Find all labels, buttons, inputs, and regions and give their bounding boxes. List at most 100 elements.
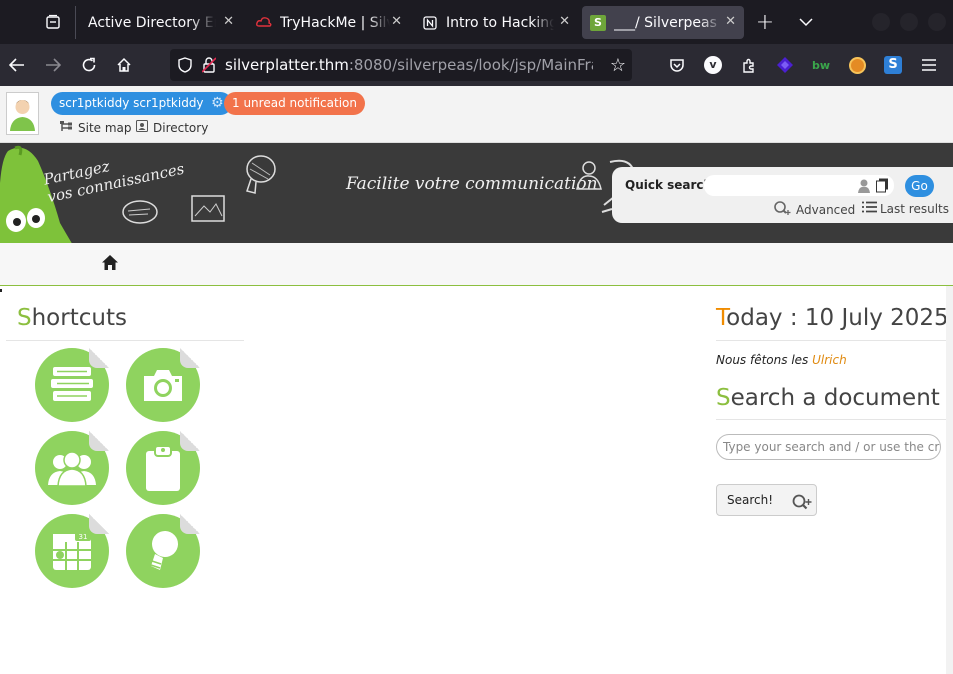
vpn-extension-icon[interactable]: v (700, 52, 726, 78)
directory-icon (136, 120, 148, 135)
silverpeas-top-bar: scr1ptkiddy scr1ptkiddy ⚙ 1 unread notif… (0, 86, 953, 143)
magnifier-plus-icon (773, 201, 791, 219)
header-banner: Partagez vos connaissances Facilite votr… (0, 143, 953, 243)
gear-icon[interactable]: ⚙ (211, 92, 224, 115)
browser-tab-active[interactable]: S ___/ Silverpeas ✕ (582, 6, 744, 39)
svg-text:31: 31 (79, 533, 88, 541)
home-icon (102, 255, 118, 270)
feast-day-text: Nous fêtons les Ulrich (716, 353, 847, 367)
shortcut-books[interactable] (35, 348, 109, 422)
list-tabs-icon[interactable] (793, 9, 819, 35)
site-map-label: Site map (78, 120, 132, 135)
user-menu-button[interactable]: scr1ptkiddy scr1ptkiddy ⚙ (51, 92, 232, 115)
cursor-marker (0, 289, 2, 292)
extensions-icon[interactable] (736, 52, 762, 78)
close-icon[interactable]: ✕ (223, 14, 234, 29)
list-icon (862, 201, 877, 216)
lightbulb-icon (150, 531, 178, 570)
back-icon[interactable] (4, 52, 30, 78)
hamburger-menu-icon[interactable] (916, 52, 942, 78)
document-search-input[interactable]: Type your search and / or use the criter… (716, 434, 941, 460)
wappalyzer-icon[interactable] (772, 52, 798, 78)
new-tab-icon[interactable]: + (752, 9, 778, 35)
advanced-label: Advanced (796, 203, 856, 217)
directory-link[interactable]: Directory (136, 120, 208, 135)
picture-frame-icon (191, 195, 225, 222)
shield-icon[interactable] (178, 57, 192, 73)
sitemap-icon (59, 120, 73, 135)
notion-icon (422, 15, 438, 31)
go-button[interactable]: Go (905, 175, 934, 197)
url-bar[interactable]: silverplatter.thm:8080/silverpeas/look/j… (170, 49, 632, 81)
main-menu-bar (0, 243, 953, 286)
avatar[interactable] (6, 92, 39, 135)
browser-tab[interactable]: Active Directory Enu ✕ (80, 6, 242, 39)
window-maximize-button[interactable] (900, 13, 918, 31)
tab-title: TryHackMe | Silv (280, 14, 390, 31)
tab-title: Intro to Hacking (446, 14, 554, 31)
silverpeas-icon: S (590, 14, 606, 31)
username-label: scr1ptkiddy scr1ptkiddy (59, 96, 204, 110)
calendar-icon: 31 (53, 531, 91, 570)
shortcut-community[interactable] (35, 431, 109, 505)
window-close-button[interactable] (928, 13, 946, 31)
clipboard-icon (146, 445, 180, 491)
reload-icon[interactable] (76, 52, 102, 78)
window-minimize-button[interactable] (872, 13, 890, 31)
pocket-icon[interactable] (664, 52, 690, 78)
magnifier-plus-icon (792, 492, 812, 522)
last-results-label: Last results (880, 201, 950, 216)
url-host: silverplatter.thm (225, 56, 349, 74)
books-icon (51, 367, 93, 401)
banner-slogan: Facilite votre communication (346, 174, 598, 194)
browser-tab[interactable]: TryHackMe | Silv ✕ (248, 6, 410, 39)
today-divider (716, 340, 953, 341)
insecure-lock-icon[interactable] (202, 57, 216, 73)
foxyproxy-icon[interactable] (844, 52, 870, 78)
silverpeas-extension-icon[interactable]: S (880, 52, 906, 78)
search-button[interactable]: Search! (716, 484, 817, 516)
today-title: Today : 10 July 2025 (716, 305, 949, 331)
search-document-title: Search a document (716, 385, 940, 411)
tab-overview-icon[interactable] (40, 9, 66, 35)
search-button-label: Search! (727, 493, 774, 507)
browser-tab[interactable]: Intro to Hacking ✕ (416, 6, 578, 39)
builtwith-icon[interactable]: bw (808, 52, 834, 78)
home-button[interactable] (101, 254, 119, 275)
feast-name-link[interactable]: Ulrich (812, 353, 847, 367)
search-document-divider (716, 419, 953, 420)
close-icon[interactable]: ✕ (725, 14, 736, 29)
advanced-search-link[interactable]: Advanced (773, 201, 855, 219)
quick-search-panel: Quick search Go Advanced Last results (612, 167, 953, 223)
shortcuts-title: Shortcuts (17, 305, 127, 331)
scrollbar-track[interactable] (946, 286, 953, 674)
users-icon (48, 451, 96, 487)
tab-title: ___/ Silverpeas (614, 14, 717, 31)
site-map-link[interactable]: Site map (59, 120, 132, 135)
camera-icon (144, 370, 182, 401)
bookmark-star-icon[interactable]: ☆ (610, 55, 626, 76)
shortcuts-divider (6, 340, 244, 341)
shortcut-photos[interactable] (126, 348, 200, 422)
close-icon[interactable]: ✕ (559, 14, 570, 29)
url-path: :8080/silverpeas/look/jsp/MainFrame (348, 56, 593, 74)
forward-icon[interactable] (40, 52, 66, 78)
directory-label: Directory (153, 120, 209, 135)
shortcut-clipboard[interactable] (126, 431, 200, 505)
notification-label: 1 unread notification (232, 96, 357, 110)
speech-bubble-icon (122, 200, 158, 224)
quick-search-label: Quick search (625, 178, 713, 192)
tryhackme-icon (256, 15, 272, 31)
browser-tab-bar: Active Directory Enu ✕ TryHackMe | Silv … (0, 0, 953, 44)
browser-nav-bar: silverplatter.thm:8080/silverpeas/look/j… (0, 44, 953, 86)
home-icon[interactable] (111, 52, 137, 78)
user-filter-icon[interactable] (857, 178, 871, 197)
notification-badge[interactable]: 1 unread notification (224, 92, 365, 115)
quick-search-input[interactable] (704, 175, 894, 196)
shortcut-calendar[interactable]: 31 (35, 514, 109, 588)
shortcut-ideas[interactable] (126, 514, 200, 588)
last-results-link[interactable]: Last results (862, 201, 949, 216)
copy-icon[interactable] (876, 178, 889, 197)
close-icon[interactable]: ✕ (391, 14, 402, 29)
tab-title: Active Directory Enu (88, 14, 216, 31)
